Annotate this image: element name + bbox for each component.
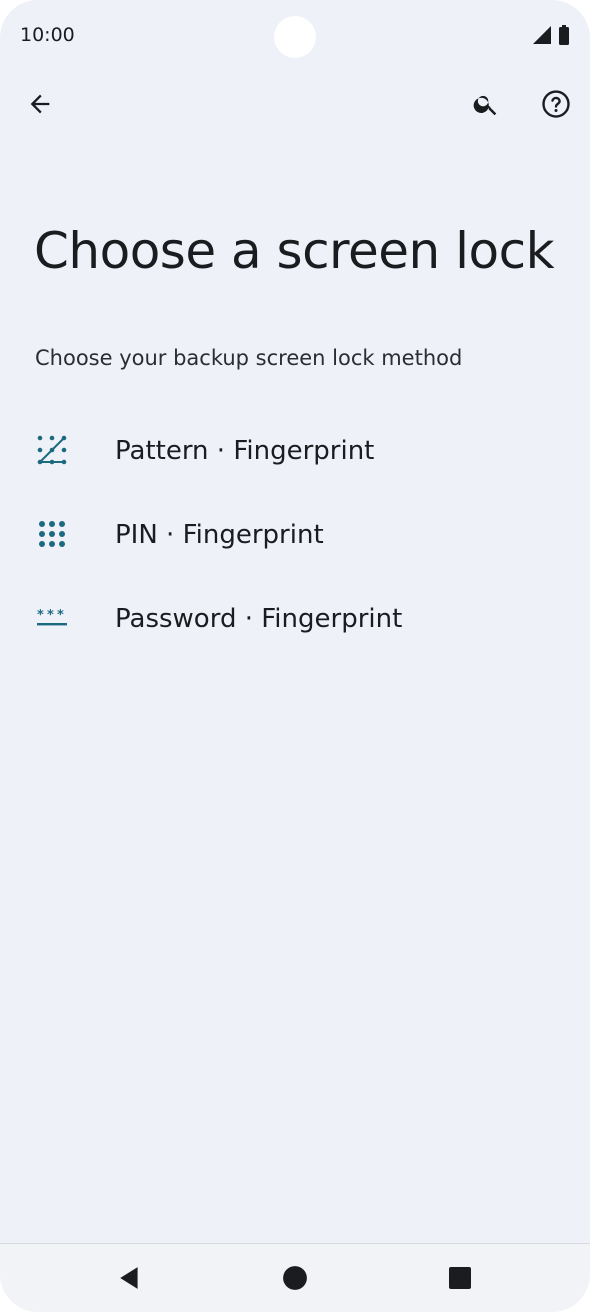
option-password-fingerprint[interactable]: * * * Password · Fingerprint	[0, 578, 590, 662]
search-icon	[473, 95, 497, 116]
option-pattern-fingerprint[interactable]: Pattern · Fingerprint	[0, 410, 590, 494]
option-label: PIN · Fingerprint	[115, 520, 324, 550]
option-label: Pattern · Fingerprint	[115, 436, 375, 466]
nav-back-button[interactable]	[106, 1256, 154, 1300]
nav-recents-icon	[449, 1267, 471, 1289]
svg-text:*: *	[47, 608, 54, 623]
svg-text:*: *	[37, 608, 44, 623]
nav-recents-button[interactable]	[436, 1256, 484, 1300]
nav-home-icon	[283, 1266, 307, 1290]
camera-cutout	[274, 16, 316, 58]
search-button[interactable]	[462, 80, 510, 128]
help-icon	[542, 90, 570, 118]
status-bar: 10:00	[0, 0, 590, 72]
option-label: Password · Fingerprint	[115, 604, 403, 634]
help-button[interactable]	[532, 80, 580, 128]
svg-text:*: *	[57, 608, 64, 623]
back-button[interactable]	[16, 80, 64, 128]
lock-options-list: Pattern · Fingerprint PIN · Fingerprint …	[0, 410, 590, 662]
page-title: Choose a screen lock	[34, 222, 555, 280]
phone-screen: 10:00 Choose a screen lock Choose your b…	[0, 0, 590, 1312]
pattern-icon	[37, 435, 67, 465]
battery-icon	[559, 25, 569, 45]
pin-grid-icon	[39, 521, 65, 547]
app-bar	[0, 72, 590, 136]
signal-icon	[533, 26, 551, 44]
option-pin-fingerprint[interactable]: PIN · Fingerprint	[0, 494, 590, 578]
navigation-bar	[0, 1243, 590, 1312]
nav-back-icon	[120, 1267, 138, 1289]
password-icon: * * *	[37, 608, 67, 626]
status-time: 10:00	[20, 24, 75, 46]
nav-home-button[interactable]	[271, 1256, 319, 1300]
back-arrow-icon	[30, 94, 50, 114]
page-subtitle: Choose your backup screen lock method	[35, 346, 463, 370]
